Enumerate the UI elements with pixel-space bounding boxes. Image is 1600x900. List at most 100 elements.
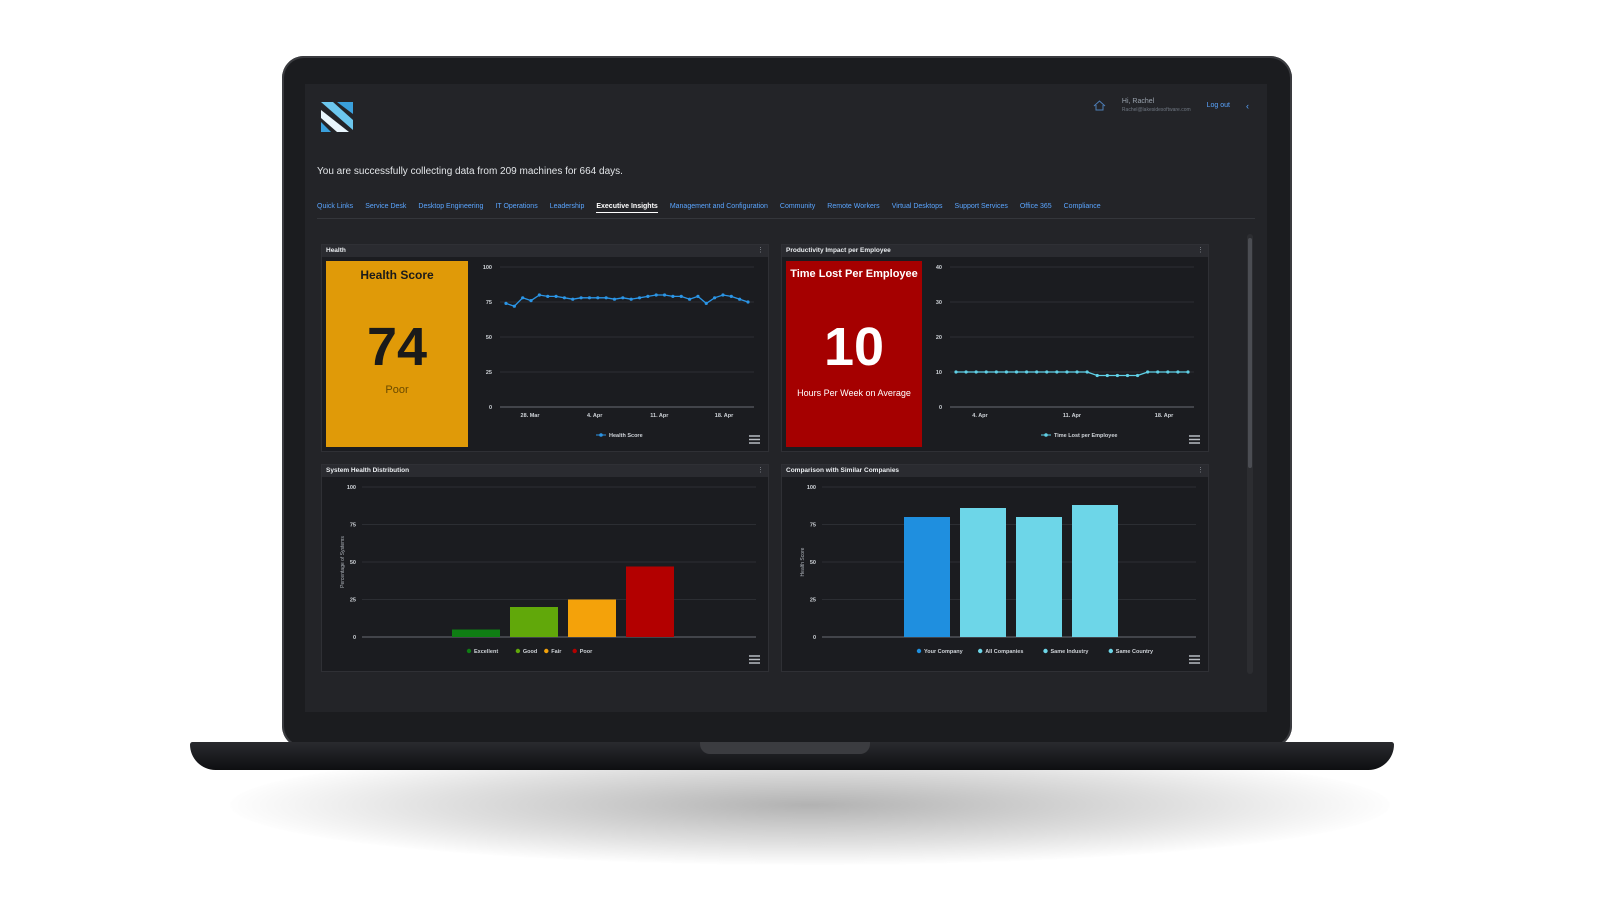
data-point [680, 295, 683, 298]
y-tick-label: 100 [347, 485, 356, 491]
data-point [1176, 370, 1179, 373]
legend-label: Excellent [474, 649, 498, 655]
data-point [630, 298, 633, 301]
export-menu-icon[interactable] [749, 651, 760, 660]
health-score-line-chart: 025507510028. Mar4. Apr11. Apr18. AprHea… [476, 261, 762, 447]
y-axis-label: Health Score [800, 547, 806, 576]
data-point [1126, 374, 1129, 377]
legend-label: Fair [551, 649, 562, 655]
distribution-panel: System Health Distribution ⋮ 0255075100P… [321, 464, 769, 672]
export-menu-icon[interactable] [1189, 651, 1200, 660]
tile-value: 74 [326, 320, 468, 374]
data-point [1186, 370, 1189, 373]
y-tick-label: 0 [489, 405, 492, 411]
y-tick-label: 30 [936, 300, 942, 306]
tab-remote-workers[interactable]: Remote Workers [827, 203, 879, 213]
legend-label: Time Lost per Employee [1054, 433, 1117, 439]
y-tick-label: 100 [483, 265, 492, 271]
data-point [1075, 370, 1078, 373]
logout-link[interactable]: Log out [1207, 102, 1230, 109]
panel-menu-icon[interactable]: ⋮ [1197, 245, 1204, 257]
y-tick-label: 75 [810, 523, 816, 529]
tab-desktop-engineering[interactable]: Desktop Engineering [418, 203, 483, 213]
data-point [985, 370, 988, 373]
data-point [554, 295, 557, 298]
tab-quick-links[interactable]: Quick Links [317, 203, 353, 213]
data-point [596, 296, 599, 299]
comparison-panel: Comparison with Similar Companies ⋮ 0255… [781, 464, 1209, 672]
y-tick-label: 25 [810, 598, 816, 604]
bar-same-industry [1016, 517, 1062, 637]
tab-office-365[interactable]: Office 365 [1020, 203, 1052, 213]
export-menu-icon[interactable] [749, 431, 760, 440]
legend-marker [467, 649, 471, 653]
panel-menu-icon[interactable]: ⋮ [757, 245, 764, 257]
y-tick-label: 20 [936, 335, 942, 341]
data-point [1156, 370, 1159, 373]
user-email: Rachel@lakesidesoftware.com [1122, 107, 1191, 113]
scrollbar-thumb[interactable] [1248, 238, 1252, 468]
dashboard-screen: Hi, Rachel Rachel@lakesidesoftware.com L… [305, 84, 1267, 712]
y-tick-label: 0 [813, 635, 816, 641]
tile-value: 10 [786, 320, 922, 374]
data-point [1096, 374, 1099, 377]
legend-marker [544, 649, 548, 653]
tab-service-desk[interactable]: Service Desk [365, 203, 406, 213]
tab-it-operations[interactable]: IT Operations [495, 203, 537, 213]
data-point [721, 293, 724, 296]
tab-bar: Quick Links Service Desk Desktop Engineeri… [317, 203, 1101, 213]
y-tick-label: 50 [350, 560, 356, 566]
tile-title: Time Lost Per Employee [786, 268, 922, 280]
bar-fair [568, 600, 616, 638]
data-point [1045, 370, 1048, 373]
data-point [975, 370, 978, 373]
tab-virtual-desktops[interactable]: Virtual Desktops [892, 203, 943, 213]
tab-community[interactable]: Community [780, 203, 815, 213]
brand-logo-icon[interactable] [319, 100, 355, 132]
legend-marker [917, 649, 921, 653]
health-score-tile: Health Score 74 Poor [326, 261, 468, 447]
y-tick-label: 0 [353, 635, 356, 641]
collapse-icon[interactable]: ‹ [1246, 101, 1249, 111]
panel-title: Productivity Impact per Employee [782, 245, 1208, 257]
panel-title: Health [322, 245, 768, 257]
bar-same-country [1072, 505, 1118, 637]
legend-marker [516, 649, 520, 653]
panel-menu-icon[interactable]: ⋮ [757, 465, 764, 477]
legend-label: Same Industry [1051, 649, 1090, 655]
x-tick-label: 18. Apr [715, 413, 734, 419]
data-point [605, 296, 608, 299]
x-tick-label: 11. Apr [650, 413, 669, 419]
legend-label: Good [523, 649, 537, 655]
home-icon[interactable] [1093, 100, 1106, 111]
bar-your-company [904, 517, 950, 637]
data-point [1065, 370, 1068, 373]
bar-excellent [452, 630, 500, 638]
user-info: Hi, Rachel Rachel@lakesidesoftware.com [1122, 98, 1191, 113]
legend-marker [1043, 649, 1047, 653]
time-lost-tile: Time Lost Per Employee 10 Hours Per Week… [786, 261, 922, 447]
y-tick-label: 75 [486, 300, 492, 306]
y-axis-label: Percentage of Systems [340, 536, 346, 588]
data-point [655, 293, 658, 296]
panel-menu-icon[interactable]: ⋮ [1197, 465, 1204, 477]
page-scrollbar[interactable] [1247, 234, 1253, 674]
tab-executive-insights[interactable]: Executive Insights [596, 203, 657, 213]
system-health-bar-chart: 0255075100Percentage of SystemsExcellent… [326, 479, 764, 667]
tab-support-services[interactable]: Support Services [955, 203, 1008, 213]
laptop-notch [700, 742, 870, 754]
tab-compliance[interactable]: Compliance [1064, 203, 1101, 213]
data-point [954, 370, 957, 373]
legend-label: Your Company [924, 649, 964, 655]
data-point [1035, 370, 1038, 373]
time-lost-line-chart: 0102030404. Apr11. Apr18. AprTime Lost p… [926, 261, 1202, 447]
data-point [588, 296, 591, 299]
data-point [513, 305, 516, 308]
data-point [1106, 374, 1109, 377]
data-point [1025, 370, 1028, 373]
export-menu-icon[interactable] [1189, 431, 1200, 440]
tab-leadership[interactable]: Leadership [550, 203, 585, 213]
data-point [713, 296, 716, 299]
tab-management-and-configuration[interactable]: Management and Configuration [670, 203, 768, 213]
data-point [1116, 374, 1119, 377]
